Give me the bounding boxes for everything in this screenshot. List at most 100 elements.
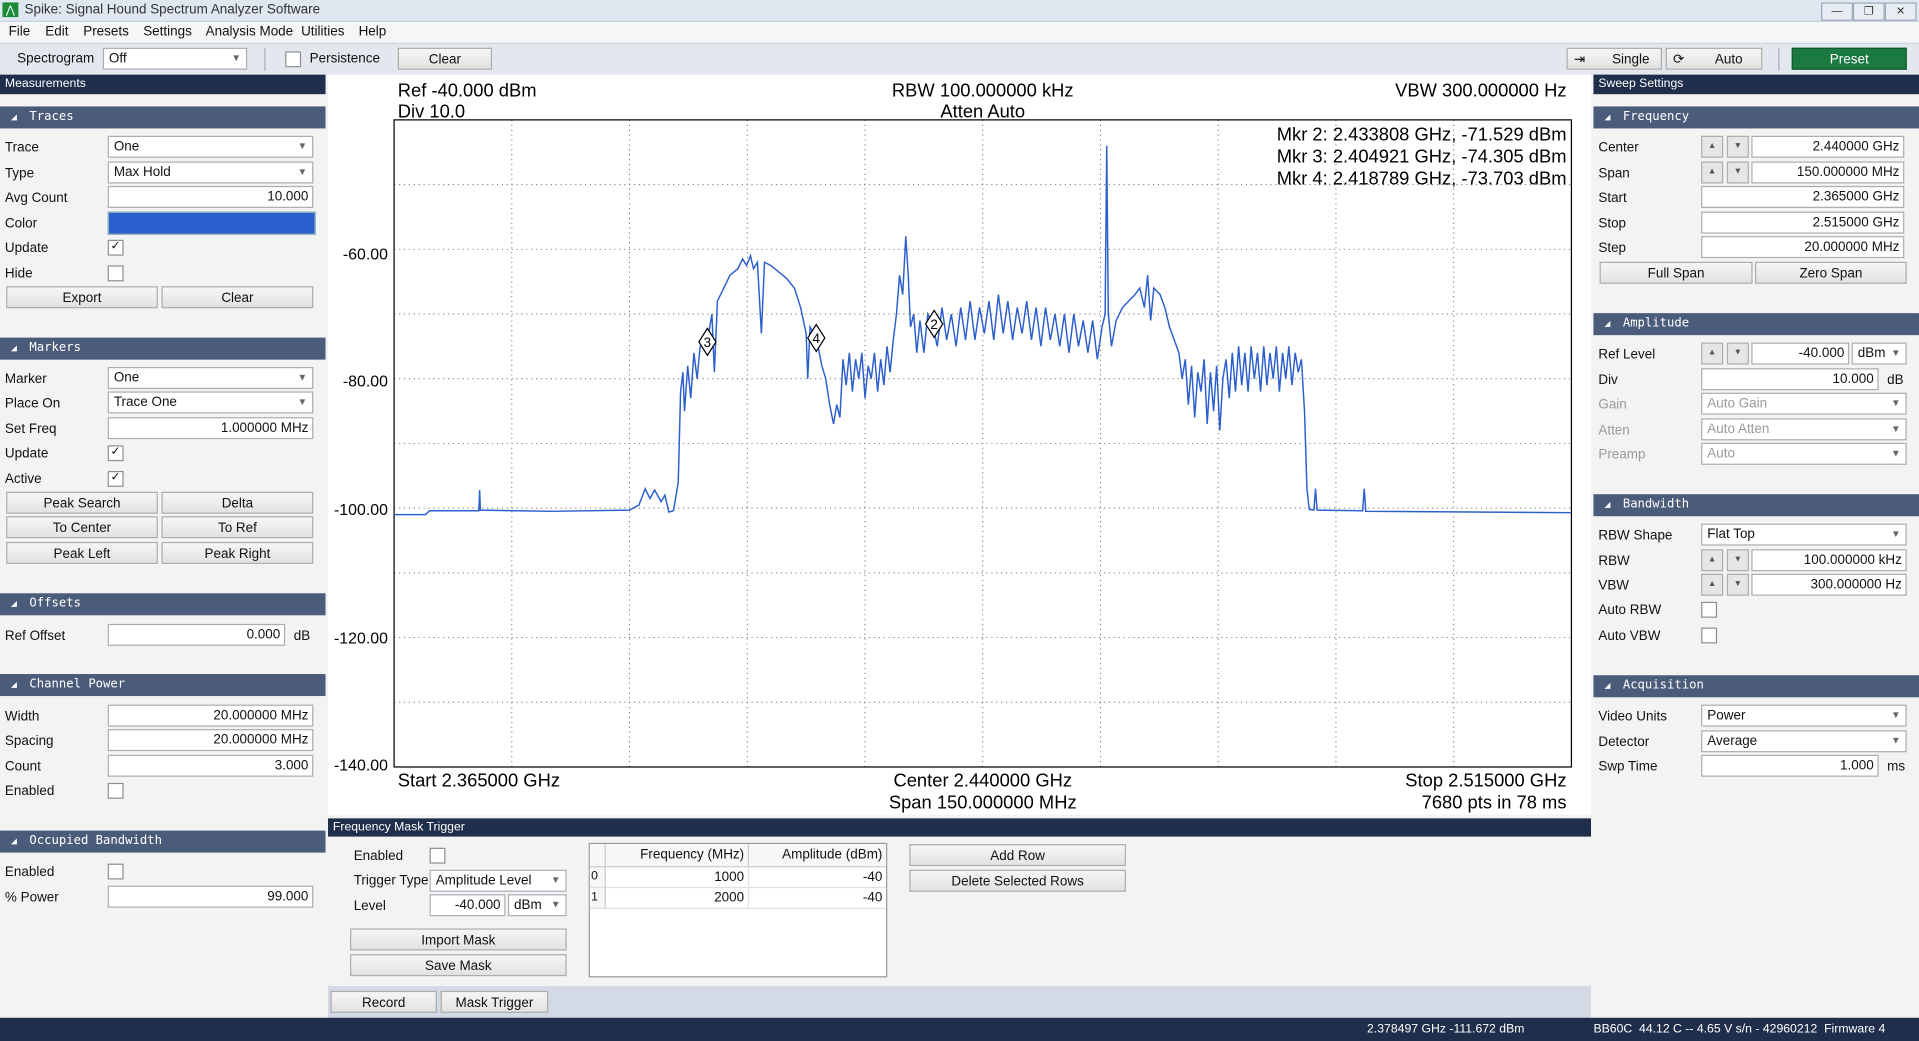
marker-update-checkbox[interactable]: ✓	[107, 445, 124, 462]
type-select[interactable]: Max Hold ▼	[107, 161, 314, 184]
marker-select[interactable]: One ▼	[107, 366, 314, 389]
atten-select[interactable]: Auto Atten ▼	[1701, 418, 1907, 441]
avg-count-input[interactable]: 10.000	[107, 185, 314, 208]
delta-button[interactable]: Delta	[161, 491, 314, 514]
offsets-section-header[interactable]: ◢ Offsets	[0, 593, 326, 616]
clear-button[interactable]: Clear	[397, 47, 492, 70]
gain-select[interactable]: Auto Gain ▼	[1701, 392, 1907, 415]
auto-vbw-checkbox[interactable]	[1701, 627, 1718, 644]
mask-table[interactable]: Frequency (MHz) Amplitude (dBm) 0 1000 -…	[588, 842, 888, 978]
video-units-select[interactable]: Power ▼	[1701, 704, 1907, 727]
step-input[interactable]: 20.000000 MHz	[1701, 236, 1905, 259]
cp-enabled-checkbox[interactable]	[107, 782, 124, 799]
occupied-bandwidth-section-header[interactable]: ◢ Occupied Bandwidth	[0, 830, 326, 853]
persistence-checkbox[interactable]	[285, 51, 302, 68]
peak-search-button[interactable]: Peak Search	[6, 491, 158, 514]
level-input[interactable]: -40.000	[429, 894, 506, 917]
tab-mask-trigger[interactable]: Mask Trigger	[440, 990, 549, 1013]
center-up-button[interactable]: ▲	[1701, 135, 1724, 158]
markers-section-header[interactable]: ◢ Markers	[0, 337, 326, 360]
mask-enabled-checkbox[interactable]	[429, 847, 446, 864]
traces-section-header[interactable]: ◢ Traces	[0, 106, 326, 129]
export-button[interactable]: Export	[6, 286, 158, 309]
span-down-button[interactable]: ▼	[1726, 161, 1749, 184]
table-row[interactable]: 1 2000 -40	[589, 886, 887, 908]
menu-edit[interactable]: Edit	[45, 24, 68, 39]
count-input[interactable]: 3.000	[107, 754, 314, 777]
table-row[interactable]: 0 1000 -40	[589, 866, 887, 887]
menu-help[interactable]: Help	[359, 24, 387, 39]
span-input[interactable]: 150.000000 MHz	[1751, 161, 1905, 184]
vbw-down-button[interactable]: ▼	[1726, 573, 1749, 596]
detector-select[interactable]: Average ▼	[1701, 730, 1907, 753]
stop-input[interactable]: 2.515000 GHz	[1701, 211, 1905, 234]
rbw-up-button[interactable]: ▲	[1701, 549, 1724, 572]
swp-time-input[interactable]: 1.000	[1701, 754, 1879, 777]
cell-frequency[interactable]: 1000	[605, 866, 750, 887]
trace-select[interactable]: One ▼	[107, 135, 314, 158]
vbw-input[interactable]: 300.000000 Hz	[1751, 573, 1907, 596]
preset-button[interactable]: Preset	[1791, 47, 1907, 70]
to-ref-button[interactable]: To Ref	[161, 516, 314, 539]
rbw-down-button[interactable]: ▼	[1726, 549, 1749, 572]
spectrogram-select[interactable]: Off ▼	[102, 47, 248, 70]
auto-rbw-checkbox[interactable]	[1701, 601, 1718, 618]
acquisition-section-header[interactable]: ◢ Acquisition	[1593, 675, 1919, 698]
single-button[interactable]: ⇥ Single	[1566, 47, 1662, 70]
start-input[interactable]: 2.365000 GHz	[1701, 185, 1905, 208]
update-checkbox[interactable]: ✓	[107, 239, 124, 256]
tab-record[interactable]: Record	[330, 990, 437, 1013]
obw-enabled-checkbox[interactable]	[107, 863, 124, 880]
channel-power-section-header[interactable]: ◢ Channel Power	[0, 674, 326, 697]
delete-selected-rows-button[interactable]: Delete Selected Rows	[909, 869, 1126, 892]
frequency-section-header[interactable]: ◢ Frequency	[1593, 106, 1919, 129]
bandwidth-section-header[interactable]: ◢ Bandwidth	[1593, 494, 1919, 517]
menu-settings[interactable]: Settings	[143, 24, 192, 39]
restore-button[interactable]: ❐	[1852, 2, 1885, 21]
spacing-input[interactable]: 20.000000 MHz	[107, 729, 314, 752]
save-mask-button[interactable]: Save Mask	[350, 954, 567, 977]
trace-color-swatch[interactable]	[107, 211, 316, 235]
to-center-button[interactable]: To Center	[6, 516, 158, 539]
full-span-button[interactable]: Full Span	[1599, 261, 1753, 284]
ref-offset-input[interactable]: 0.000	[107, 623, 286, 646]
trace-clear-button[interactable]: Clear	[161, 286, 314, 309]
cell-amplitude[interactable]: -40	[748, 887, 886, 908]
div-input[interactable]: 10.000	[1701, 368, 1879, 391]
rbw-input[interactable]: 100.000000 kHz	[1751, 549, 1907, 572]
zero-span-button[interactable]: Zero Span	[1755, 261, 1907, 284]
peak-left-button[interactable]: Peak Left	[6, 541, 158, 564]
percent-power-input[interactable]: 99.000	[107, 885, 314, 908]
preamp-select[interactable]: Auto ▼	[1701, 442, 1907, 465]
cell-amplitude[interactable]: -40	[748, 866, 886, 887]
add-row-button[interactable]: Add Row	[909, 844, 1126, 867]
span-up-button[interactable]: ▲	[1701, 161, 1724, 184]
close-button[interactable]: ✕	[1884, 2, 1917, 21]
column-header-amplitude[interactable]: Amplitude (dBm)	[748, 844, 886, 866]
minimize-button[interactable]: —	[1821, 2, 1853, 21]
menu-analysis-mode[interactable]: Analysis Mode	[206, 24, 294, 39]
place-on-select[interactable]: Trace One ▼	[107, 391, 314, 414]
auto-button[interactable]: ⟳ Auto	[1665, 47, 1763, 70]
menu-utilities[interactable]: Utilities	[301, 24, 344, 39]
import-mask-button[interactable]: Import Mask	[350, 928, 567, 951]
center-down-button[interactable]: ▼	[1726, 135, 1749, 158]
center-input[interactable]: 2.440000 GHz	[1751, 135, 1905, 158]
column-header-frequency[interactable]: Frequency (MHz)	[605, 844, 750, 867]
level-unit-select[interactable]: dBm ▼	[507, 894, 567, 917]
menu-presets[interactable]: Presets	[83, 24, 129, 39]
hide-checkbox[interactable]	[107, 265, 124, 282]
set-freq-input[interactable]: 1.000000 MHz	[107, 417, 314, 440]
cell-frequency[interactable]: 2000	[605, 886, 750, 908]
ref-level-unit-select[interactable]: dBm ▼	[1851, 342, 1907, 365]
ref-level-up-button[interactable]: ▲	[1701, 342, 1724, 365]
peak-right-button[interactable]: Peak Right	[161, 541, 314, 564]
menu-file[interactable]: File	[9, 24, 31, 39]
vbw-up-button[interactable]: ▲	[1701, 573, 1724, 596]
trigger-type-select[interactable]: Amplitude Level ▼	[429, 869, 567, 892]
ref-level-down-button[interactable]: ▼	[1726, 342, 1749, 365]
width-input[interactable]: 20.000000 MHz	[107, 704, 314, 727]
rbw-shape-select[interactable]: Flat Top ▼	[1701, 523, 1907, 546]
amplitude-section-header[interactable]: ◢ Amplitude	[1593, 313, 1919, 336]
ref-level-input[interactable]: -40.000	[1751, 342, 1850, 365]
